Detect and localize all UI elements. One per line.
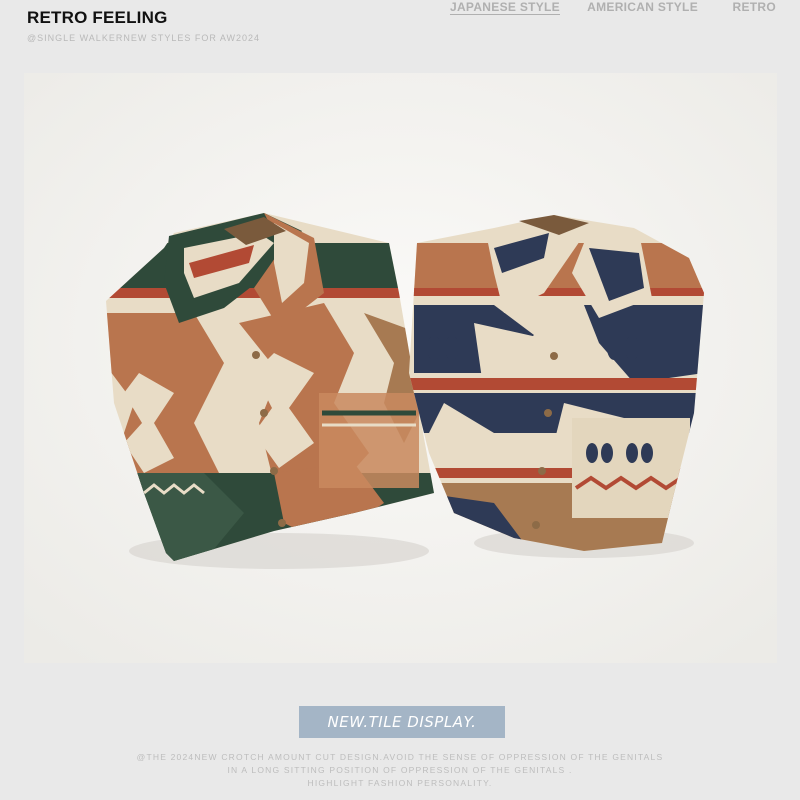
nav-item-retro[interactable]: RETRO	[733, 0, 777, 14]
footer-description: @THE 2024NEW CROTCH AMOUNT CUT DESIGN.AV…	[0, 751, 800, 790]
brand-title: RETRO FEELING	[27, 8, 168, 27]
product-photo	[24, 73, 777, 663]
nav-item-japanese-style[interactable]: JAPANESE STYLE	[450, 0, 560, 14]
footer-line: HIGHLIGHT FASHION PERSONALITY.	[307, 778, 493, 788]
footer-line: @THE 2024NEW CROTCH AMOUNT CUT DESIGN.AV…	[136, 752, 664, 762]
footer-line: IN A LONG SITTING POSITION OF OPPRESSION…	[227, 765, 573, 775]
nav-item-american-style[interactable]: AMERICAN STYLE	[587, 0, 698, 14]
new-tile-display-badge: NEW.TILE DISPLAY.	[299, 706, 505, 738]
brand-subtitle: @SINGLE WALKERNEW STYLES FOR AW2024	[27, 33, 261, 43]
